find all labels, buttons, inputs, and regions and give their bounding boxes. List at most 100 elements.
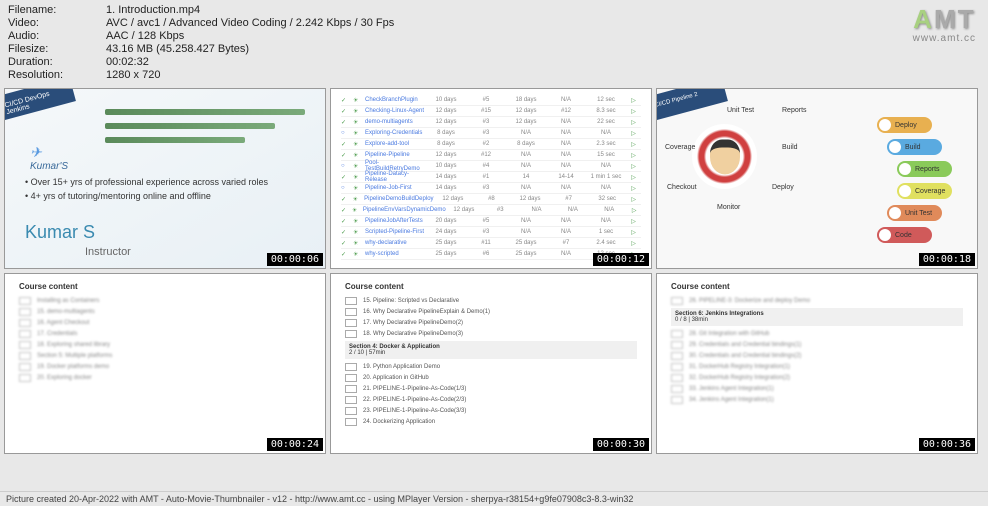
status-icon: ✓ xyxy=(341,97,353,104)
checkbox-icon xyxy=(345,319,357,327)
slide-banner: CI/CD Pipeline 2 xyxy=(656,88,728,122)
play-icon: ▷ xyxy=(626,130,641,137)
amt-logo: AMT www.amt.cc xyxy=(913,4,976,44)
checkbox-icon xyxy=(19,330,31,338)
weather-icon: ☀ xyxy=(353,108,365,115)
course-item: 26. PIPELINE-3: Dockerize and deploy Dem… xyxy=(671,295,963,306)
course-item: 22. PIPELINE-1-Pipeline-As-Code(2/3) xyxy=(345,394,637,405)
checkbox-icon xyxy=(671,396,683,404)
footer-text: Picture created 20-Apr-2022 with AMT - A… xyxy=(0,491,988,506)
course-section-header: Section 6: Jenkins Integrations0 / 8 | 3… xyxy=(671,308,963,326)
job-row: ✓☀PipelineJobAfterTests20 days#5N/AN/AN/… xyxy=(341,216,641,227)
course-item: 16. Why Declarative PipelineExplain & De… xyxy=(345,306,637,317)
course-item: 28. Git Integration with GitHub xyxy=(671,328,963,339)
filesize-label: Filesize: xyxy=(8,43,106,55)
duration-label: Duration: xyxy=(8,56,106,68)
job-row: ✓☀Explore-add-tool8 days#28 daysN/A2.3 s… xyxy=(341,139,641,150)
status-icon: ○ xyxy=(341,130,353,136)
play-icon: ▷ xyxy=(626,229,641,236)
checkbox-icon xyxy=(671,297,683,305)
checkbox-icon xyxy=(19,308,31,316)
job-name: Pipeline-Job-First xyxy=(365,185,426,191)
course-item: 18. Exploring shared library xyxy=(19,339,311,350)
play-icon: ▷ xyxy=(627,207,641,214)
course-item: 16. Agent Checkout xyxy=(19,317,311,328)
instructor-role: Instructor xyxy=(85,246,131,258)
course-item: 31. DockerHub Registry Integration(1) xyxy=(671,361,963,372)
status-icon: ✓ xyxy=(341,240,353,247)
play-icon: ▷ xyxy=(626,185,641,192)
job-row: ✓☀Checking-Linux-Agent12 days#1512 days#… xyxy=(341,106,641,117)
thumbnail-grid: CI/CD DevOps Jenkins ✈Kumar'S • Over 15+… xyxy=(0,86,988,456)
job-name: Pipeline-Datacy-Release xyxy=(365,171,426,183)
tool-icon xyxy=(879,119,891,131)
course-content-title: Course content xyxy=(671,282,963,291)
weather-icon: ☀ xyxy=(353,196,365,203)
status-icon: ✓ xyxy=(341,229,353,236)
status-icon: ✓ xyxy=(341,152,353,159)
checkbox-icon xyxy=(345,374,357,382)
jenkins-logo-icon xyxy=(692,124,757,189)
weather-icon: ☀ xyxy=(353,152,365,159)
job-name: Checking-Linux-Agent xyxy=(365,108,426,114)
thumbnail-4: Course content Installing as Containers 1… xyxy=(4,273,326,454)
play-icon: ▷ xyxy=(626,163,641,170)
weather-icon: ☀ xyxy=(353,97,365,104)
course-item: 17. Credentials xyxy=(19,328,311,339)
checkbox-icon xyxy=(671,374,683,382)
job-name: CheckBranchPlugin xyxy=(365,97,426,103)
play-icon: ▷ xyxy=(626,97,641,104)
duration-value: 00:02:32 xyxy=(106,56,149,68)
pipeline-pill: Coverage xyxy=(897,183,952,199)
weather-icon: ☀ xyxy=(353,229,365,236)
status-icon: ○ xyxy=(341,185,353,191)
timestamp: 00:00:06 xyxy=(267,253,323,266)
course-item: Section 5: Multiple platforms xyxy=(19,350,311,361)
course-item: 19. Docker platforms demo xyxy=(19,361,311,372)
weather-icon: ☀ xyxy=(353,119,365,126)
course-section-header: Section 4: Docker & Application2 / 10 | … xyxy=(345,341,637,359)
checkbox-icon xyxy=(19,374,31,382)
checkbox-icon xyxy=(345,330,357,338)
course-item: Installing as Containers xyxy=(19,295,311,306)
status-icon: ✓ xyxy=(341,108,353,115)
slide-banner: CI/CD DevOps Jenkins xyxy=(4,88,76,122)
weather-icon: ☀ xyxy=(353,163,365,170)
job-name: PipelineDemoBuildDeploy xyxy=(364,196,433,202)
checkbox-icon xyxy=(345,418,357,426)
course-item: 23. PIPELINE-1-Pipeline-As-Code(3/3) xyxy=(345,405,637,416)
play-icon: ▷ xyxy=(627,196,641,203)
course-item: 21. PIPELINE-1-Pipeline-As-Code(1/3) xyxy=(345,383,637,394)
instructor-name: Kumar S xyxy=(25,222,95,243)
checkbox-icon xyxy=(671,330,683,338)
tool-icon xyxy=(899,163,911,175)
course-item: 20. Exploring docker xyxy=(19,372,311,383)
job-name: Explore-add-tool xyxy=(365,141,426,147)
checkbox-icon xyxy=(345,385,357,393)
job-row: ○☀Exploring-Credentials8 days#3N/AN/AN/A… xyxy=(341,128,641,139)
resolution-value: 1280 x 720 xyxy=(106,69,160,81)
status-icon: ✓ xyxy=(341,141,353,148)
timestamp: 00:00:24 xyxy=(267,438,323,451)
play-icon: ▷ xyxy=(626,218,641,225)
pipeline-pill: Reports xyxy=(897,161,952,177)
job-name: why-declarative xyxy=(365,240,426,246)
timestamp: 00:00:12 xyxy=(593,253,649,266)
checkbox-icon xyxy=(19,363,31,371)
course-content-title: Course content xyxy=(19,282,311,291)
course-item: 18. Why Declarative PipelineDemo(3) xyxy=(345,328,637,339)
weather-icon: ☀ xyxy=(353,130,365,137)
logo-subtitle: www.amt.cc xyxy=(913,33,976,44)
checkbox-icon xyxy=(345,363,357,371)
play-icon: ▷ xyxy=(626,152,641,159)
course-item: 20. Application in GitHub xyxy=(345,372,637,383)
job-row: ✓☀PipelineEnvVarsDynamicDemo12 days#3N/A… xyxy=(341,205,641,216)
checkbox-icon xyxy=(345,407,357,415)
thumbnail-5: Course content 15. Pipeline: Scripted vs… xyxy=(330,273,652,454)
checkbox-icon xyxy=(19,352,31,360)
filename-value: 1. Introduction.mp4 xyxy=(106,4,200,16)
play-icon: ▷ xyxy=(626,240,641,247)
job-row: ✓☀CheckBranchPlugin10 days#518 daysN/A12… xyxy=(341,95,641,106)
metadata-header: Filename:1. Introduction.mp4 Video:AVC /… xyxy=(0,0,988,86)
weather-icon: ☀ xyxy=(353,185,365,192)
